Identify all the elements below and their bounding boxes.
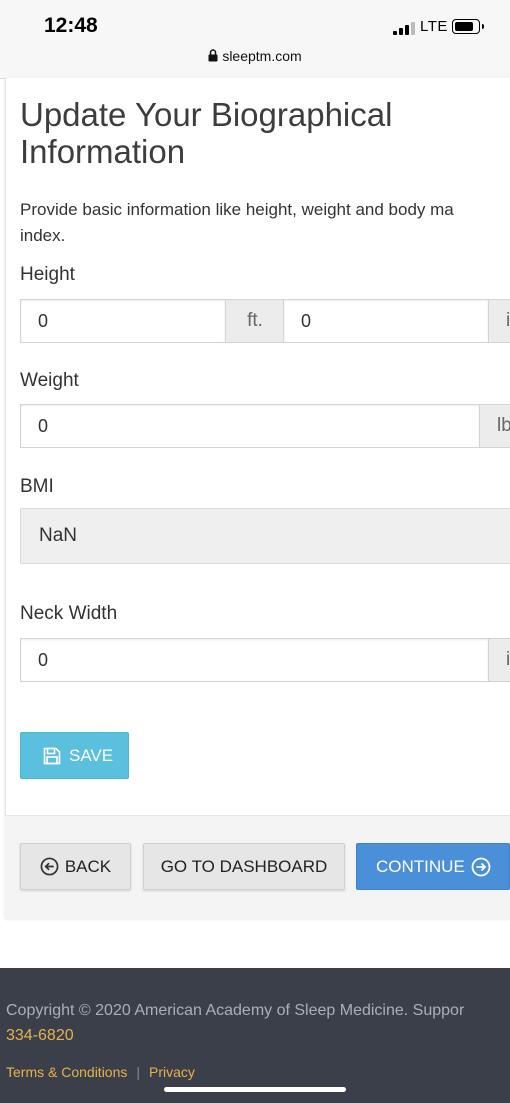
height-label: Height: [20, 264, 75, 285]
description-line-2: index.: [20, 226, 66, 245]
dashboard-button-label: GO TO DASHBOARD: [160, 856, 328, 876]
bmi-label: BMI: [20, 476, 54, 497]
description-line-1: Provide basic information like height, w…: [20, 200, 454, 219]
signal-icon: [393, 21, 415, 35]
address-bar[interactable]: sleeptm.com: [0, 48, 510, 64]
site-footer: [0, 968, 510, 1103]
neck-width-label: Neck Width: [20, 603, 118, 624]
link-separator: |: [136, 1064, 141, 1080]
terms-link[interactable]: Terms & Conditions: [6, 1064, 127, 1080]
lock-icon: [208, 49, 218, 62]
status-bar: 12:48 LTE sleeptm.com: [0, 0, 510, 79]
go-to-dashboard-button[interactable]: GO TO DASHBOARD: [143, 843, 345, 890]
weight-input[interactable]: 0: [20, 404, 480, 448]
page-description: Provide basic information like height, w…: [20, 197, 454, 249]
network-type: LTE: [420, 18, 448, 35]
back-button-label: BACK: [64, 856, 112, 876]
neck-width-input[interactable]: 0: [20, 638, 489, 682]
status-time: 12:48: [44, 14, 98, 37]
floppy-disk-icon: [43, 747, 61, 764]
copyright-text: Copyright © 2020 American Academy of Sle…: [6, 1002, 465, 1019]
height-inches-unit: i: [488, 299, 510, 343]
height-feet-unit: ft.: [225, 299, 285, 343]
page-title: Update Your Biographical Information: [20, 96, 393, 170]
battery-icon: [452, 19, 484, 34]
save-button[interactable]: SAVE: [20, 732, 129, 779]
back-button[interactable]: BACK: [20, 843, 131, 890]
support-phone-link[interactable]: 334-6820: [6, 1027, 74, 1045]
weight-unit: lb: [479, 404, 510, 448]
height-feet-input[interactable]: 0: [20, 299, 226, 343]
neck-width-unit: i: [488, 638, 510, 682]
privacy-link[interactable]: Privacy: [149, 1064, 195, 1080]
continue-button-label: CONTINUE: [376, 856, 465, 876]
continue-button[interactable]: CONTINUE: [356, 843, 510, 890]
url-text: sleeptm.com: [222, 48, 302, 64]
bmi-field: NaN: [20, 508, 510, 564]
weight-label: Weight: [20, 370, 79, 391]
height-inches-input[interactable]: 0: [283, 299, 489, 343]
circle-arrow-right-icon: [471, 857, 491, 876]
home-indicator[interactable]: [164, 1087, 346, 1092]
footer-links: Terms & Conditions | Privacy: [6, 1064, 195, 1080]
circle-arrow-left-icon: [40, 857, 59, 876]
save-button-label: SAVE: [69, 745, 114, 765]
